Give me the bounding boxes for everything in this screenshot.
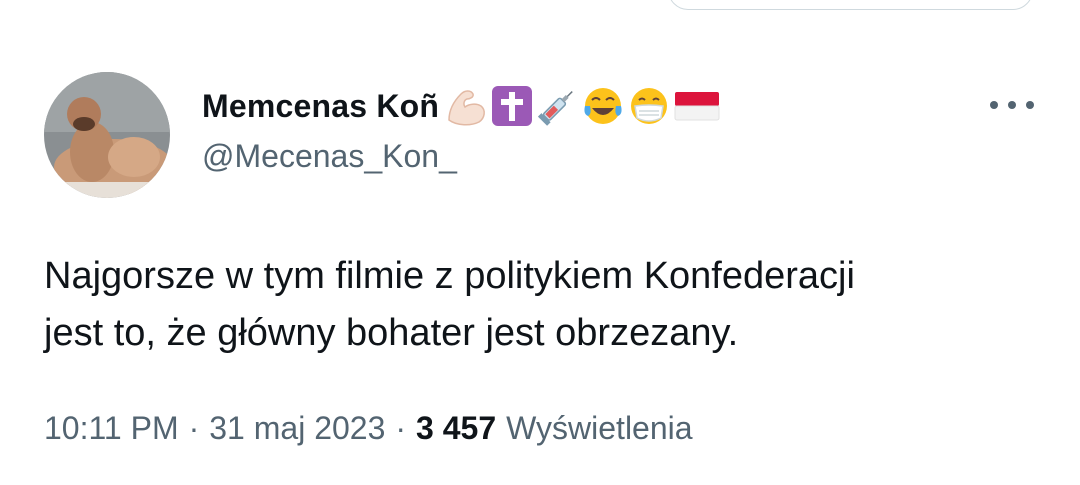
tweet-text-line: jest to, że główny bohater jest obrzezan… [44,312,739,354]
author-display-name[interactable]: Memcenas Koñ [202,88,439,125]
flag-icon [674,92,720,121]
views-label[interactable]: Wyświetlenia [506,410,692,447]
tweet-time[interactable]: 10:11 PM [44,410,179,447]
author-name-row[interactable]: Memcenas Koñ [202,84,721,128]
tweet-text-line: Najgorsze w tym filmie z politykiem Konf… [44,255,855,297]
meta-separator: · [188,410,200,446]
avatar-image [44,72,170,198]
tweet-date[interactable]: 31 maj 2023 [209,410,385,447]
tweet-meta: 10:11 PM · 31 maj 2023 · 3 457 Wyświetle… [44,410,693,447]
views-count[interactable]: 3 457 [416,410,496,447]
more-dot [990,101,998,109]
latin-cross-icon [492,86,533,126]
more-dot [1026,101,1034,109]
author-handle[interactable]: @Mecenas_Kon_ [202,138,457,175]
syringe-icon [538,91,573,126]
tears-of-joy-icon [584,88,622,124]
face-with-medical-mask-icon [631,88,668,124]
more-dot [1008,101,1016,109]
tweet-text: Najgorsze w tym filmie z politykiem Konf… [44,248,1034,362]
avatar[interactable] [44,72,170,198]
flexed-biceps-icon [448,90,486,126]
top-action-button[interactable] [668,0,1033,10]
meta-separator: · [395,410,407,446]
name-emoji-row [443,84,721,128]
more-options-icon[interactable] [990,96,1034,114]
